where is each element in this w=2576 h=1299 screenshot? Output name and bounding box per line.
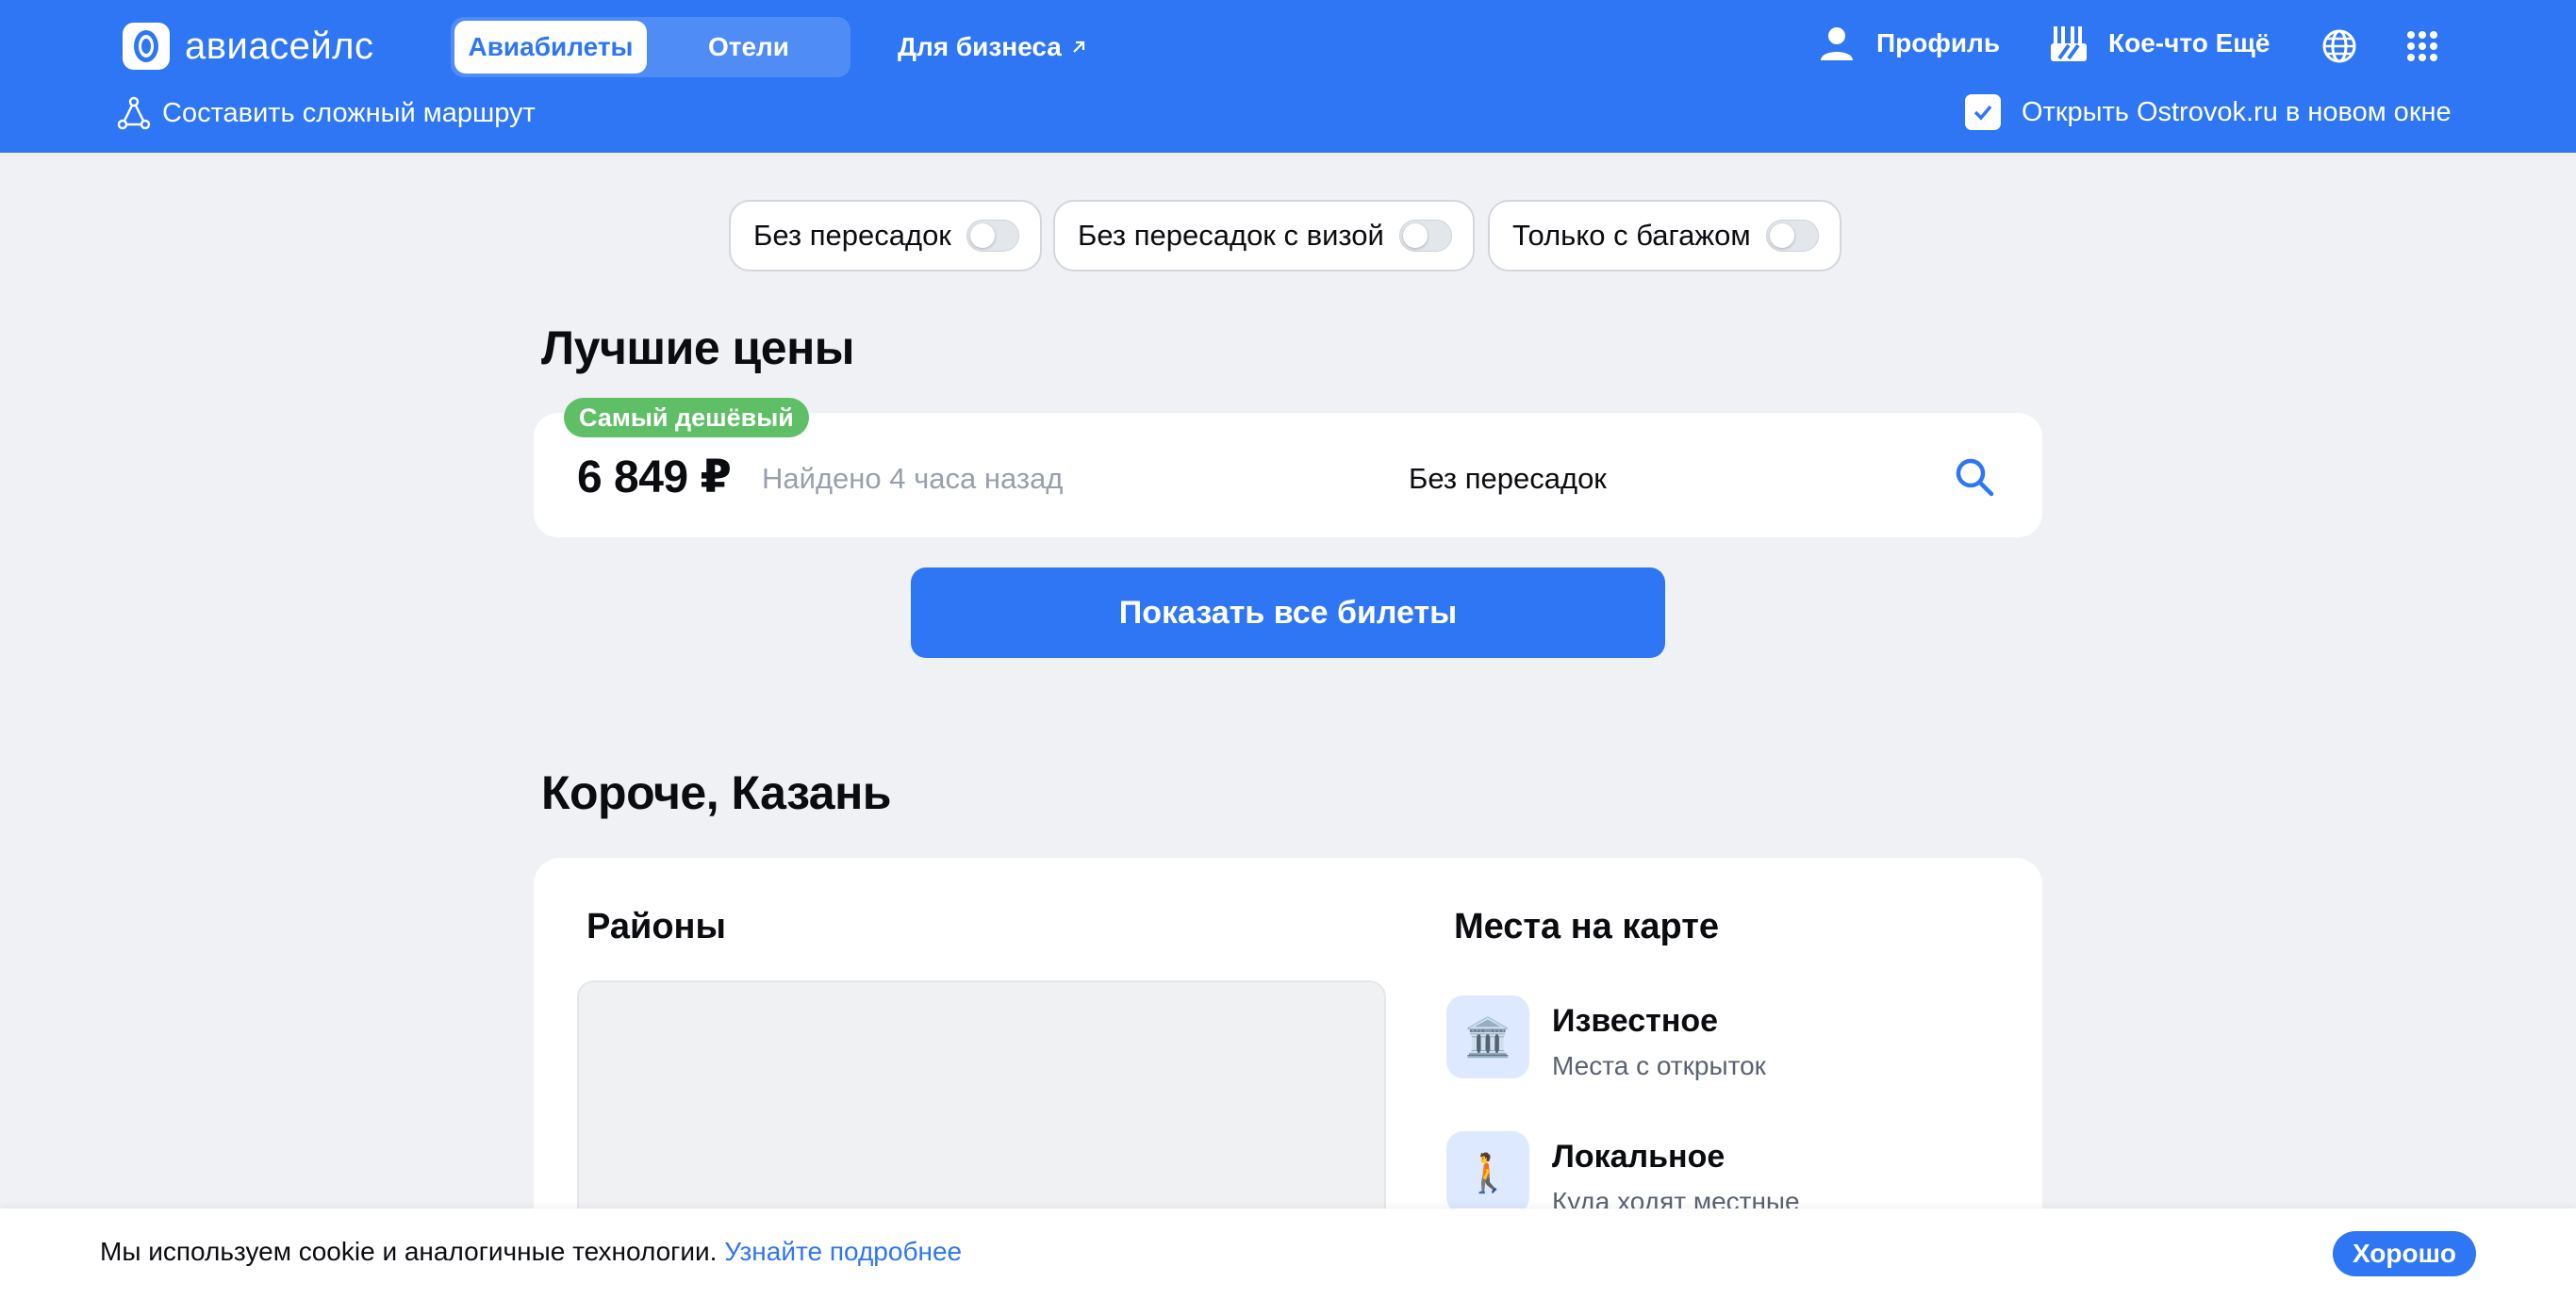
filter-direct[interactable]: Без пересадок <box>729 200 1042 271</box>
cookie-learn-more-link[interactable]: Узнайте подробнее <box>724 1237 962 1266</box>
best-prices-title: Лучшие цены <box>541 321 854 374</box>
filter-label: Без пересадок <box>753 219 951 252</box>
more-services-icon <box>2051 26 2087 61</box>
tab-flights[interactable]: Авиабилеты <box>454 21 647 74</box>
show-all-tickets-button[interactable]: Показать все билеты <box>911 567 1665 658</box>
business-link[interactable]: Для бизнеса <box>898 32 1088 62</box>
places-title: Места на карте <box>1454 907 1719 946</box>
apps-grid-icon[interactable] <box>2406 30 2438 62</box>
transfers-info: Без пересадок <box>1409 462 1607 495</box>
walking-person-icon: 🚶 <box>1446 1131 1529 1214</box>
logo[interactable]: авиасейлс <box>121 21 374 72</box>
cheapest-badge: Самый дешёвый <box>564 398 809 437</box>
top-header: авиасейлс Авиабилеты Отели Для бизнеса П… <box>0 0 2576 153</box>
product-tabs: Авиабилеты Отели <box>451 17 850 77</box>
logo-text: авиасейлс <box>185 25 374 67</box>
cookie-banner: Мы используем cookie и аналогичные техно… <box>0 1209 2576 1299</box>
external-arrow-icon <box>1073 41 1084 53</box>
complex-route-link[interactable]: Составить сложный маршрут <box>117 96 536 130</box>
ostrovok-checkbox[interactable]: Открыть Ostrovok.ru в новом окне <box>1965 94 2452 130</box>
search-icon[interactable] <box>1952 454 1997 500</box>
districts-title: Районы <box>586 907 726 946</box>
route-icon <box>117 96 151 130</box>
checkbox-checked[interactable] <box>1965 94 2001 130</box>
user-icon <box>1821 27 1853 60</box>
place-item-famous[interactable]: 🏛️ Известное Места с открыток <box>1446 995 1766 1081</box>
landmark-icon: 🏛️ <box>1446 995 1529 1078</box>
cookie-accept-button[interactable]: Хорошо <box>2333 1231 2476 1276</box>
place-title: Известное <box>1552 1003 1719 1039</box>
profile-label: Профиль <box>1876 28 2001 58</box>
toggle-switch[interactable] <box>1398 220 1452 252</box>
cookie-text: Мы используем cookie и аналогичные техно… <box>100 1237 962 1267</box>
place-item-local[interactable]: 🚶 Локальное Куда ходят местные <box>1446 1131 1800 1217</box>
toggle-switch[interactable] <box>966 220 1019 252</box>
city-title: Короче, Казань <box>541 766 892 819</box>
ostrovok-label: Открыть Ostrovok.ru в новом окне <box>2022 96 2452 127</box>
profile-button[interactable]: Профиль <box>1816 23 2000 64</box>
checkmark-icon <box>1973 105 1992 121</box>
logo-icon <box>123 23 170 70</box>
filter-label: Без пересадок с визой <box>1078 219 1384 252</box>
complex-route-label: Составить сложный маршрут <box>162 97 536 128</box>
ticket-price: 6 849 ₽ <box>577 452 732 502</box>
place-subtitle: Места с открыток <box>1552 1051 1766 1080</box>
more-button[interactable]: Кое-что Ещё <box>2048 23 2270 64</box>
globe-icon[interactable] <box>2321 28 2357 64</box>
place-title: Локальное <box>1552 1139 1726 1175</box>
toggle-switch[interactable] <box>1765 220 1819 252</box>
tab-hotels[interactable]: Отели <box>651 21 847 74</box>
more-label: Кое-что Ещё <box>2108 28 2271 58</box>
filter-direct-visa[interactable]: Без пересадок с визой <box>1053 200 1475 271</box>
filter-baggage[interactable]: Только с багажом <box>1488 200 1841 271</box>
found-time: Найдено 4 часа назад <box>762 462 1064 495</box>
business-link-label: Для бизнеса <box>898 32 1062 61</box>
cookie-message: Мы используем cookie и аналогичные техно… <box>100 1237 718 1266</box>
filter-label: Только с багажом <box>1512 219 1751 252</box>
